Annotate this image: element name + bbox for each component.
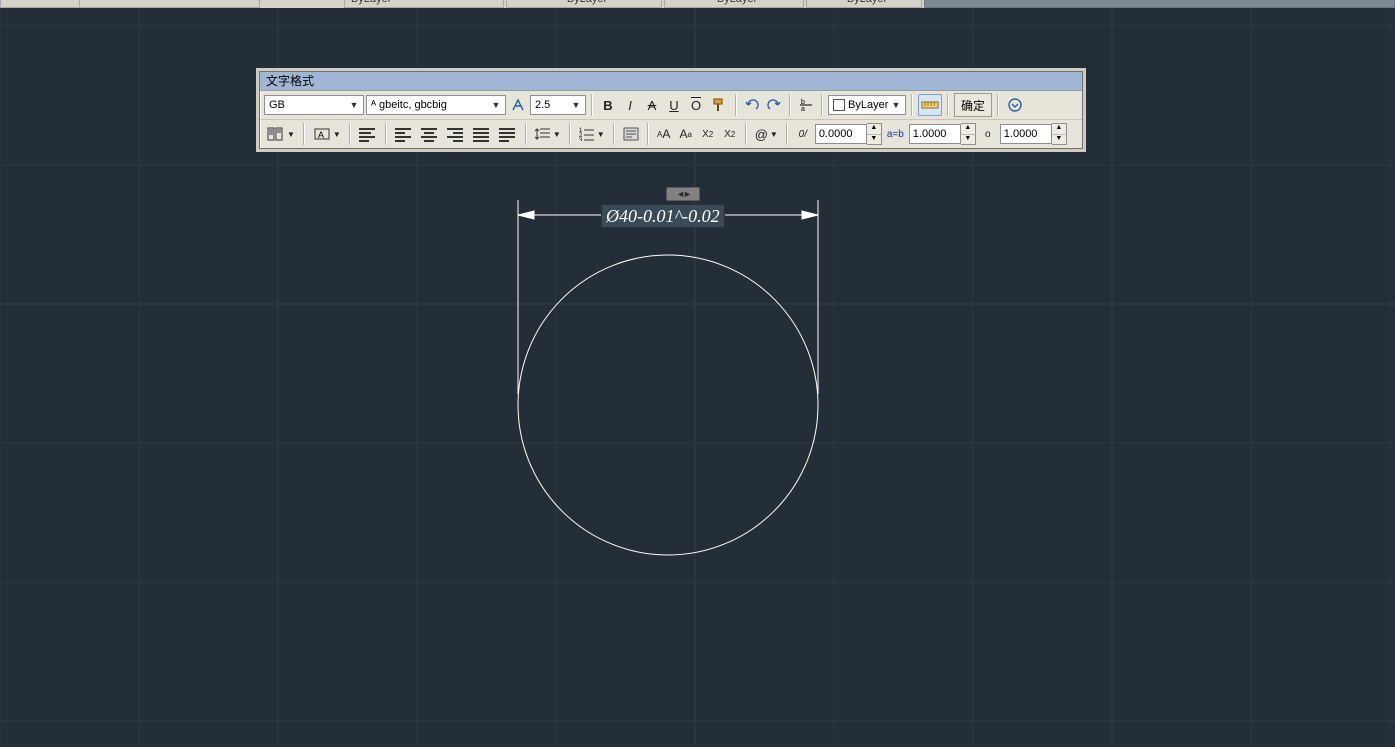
toolbar-row-2: ▼ A ▼ ▼ 123 ▼ AA — [260, 119, 1082, 148]
text-format-toolbar: 文字格式 GB▼ ᴬ gbeitc, gbcbig▼ 2.5▼ B I A U … — [259, 71, 1083, 149]
svg-text:A: A — [318, 130, 324, 140]
align-center-button[interactable] — [418, 123, 442, 145]
circle-entity[interactable] — [518, 255, 818, 555]
uppercase-button[interactable]: AA — [654, 123, 674, 145]
dimension-text-editor[interactable]: Ø40-0.01^-0.02 — [601, 204, 725, 228]
svg-text:3: 3 — [579, 138, 583, 141]
chevron-down-icon: ▼ — [347, 100, 361, 110]
options-button[interactable] — [1004, 94, 1026, 116]
chevron-down-icon: ▼ — [597, 130, 605, 139]
subscript-button[interactable]: X2 — [720, 123, 740, 145]
overline-button[interactable]: O — [686, 94, 706, 116]
superscript-button[interactable]: X2 — [698, 123, 718, 145]
text-style-combo[interactable]: GB▼ — [264, 95, 364, 115]
tracking-spinner[interactable]: ▲▼ — [909, 123, 976, 145]
font-icon: ᴬ — [371, 99, 376, 111]
align-right-button[interactable] — [444, 123, 468, 145]
lweight-combo[interactable]: ByLayer — [841, 0, 887, 5]
svg-text:a: a — [801, 106, 805, 112]
chevron-down-icon: ▼ — [889, 100, 903, 110]
insert-field-button[interactable] — [620, 123, 642, 145]
line-spacing-button[interactable]: ▼ — [532, 123, 564, 145]
stack-fraction-button[interactable]: ba — [796, 94, 816, 116]
chevron-down-icon: ▼ — [333, 130, 341, 139]
chevron-down-icon: ▼ — [287, 130, 295, 139]
ruler-arrows-icon: ◄► — [676, 189, 690, 199]
color-swatch-icon — [833, 99, 845, 111]
chevron-down-icon: ▼ — [569, 100, 583, 110]
underline-button[interactable]: U — [664, 94, 684, 116]
text-color-combo[interactable]: ByLayer▼ — [828, 95, 906, 115]
ruler-toggle-button[interactable] — [918, 94, 942, 116]
font-combo[interactable]: ᴬ gbeitc, gbcbig▼ — [366, 95, 506, 115]
align-distribute-button[interactable] — [496, 123, 520, 145]
width-factor-spinner[interactable]: ▲▼ — [1000, 123, 1067, 145]
numbering-button[interactable]: 123 ▼ — [576, 123, 608, 145]
undo-button[interactable] — [742, 94, 762, 116]
chevron-down-icon: ▼ — [553, 130, 561, 139]
strike-button[interactable]: A — [642, 94, 662, 116]
tracking-label: a=b — [884, 123, 907, 145]
annotative-icon[interactable] — [508, 94, 528, 116]
oblique-input[interactable] — [815, 124, 867, 144]
italic-button[interactable]: I — [620, 94, 640, 116]
spinner-arrows[interactable]: ▲▼ — [1052, 123, 1067, 145]
width-factor-label: o — [978, 123, 998, 145]
diameter-dimension[interactable] — [518, 200, 818, 394]
oblique-angle-spinner[interactable]: ▲▼ — [815, 123, 882, 145]
toolbar-row-1: GB▼ ᴬ gbeitc, gbcbig▼ 2.5▼ B I A U O ba — [260, 91, 1082, 119]
chevron-down-icon: ▼ — [770, 130, 778, 139]
mtext-justify-button[interactable]: A ▼ — [310, 123, 344, 145]
color-combo[interactable]: ByLayer — [561, 0, 607, 5]
width-input[interactable] — [1000, 124, 1052, 144]
align-justify-button[interactable] — [470, 123, 494, 145]
oblique-angle-label: 0/ — [793, 123, 813, 145]
spinner-arrows[interactable]: ▲▼ — [867, 123, 882, 145]
text-height-combo[interactable]: 2.5▼ — [530, 95, 586, 115]
ok-button[interactable]: 确定 — [954, 93, 992, 117]
columns-button[interactable]: ▼ — [264, 123, 298, 145]
redo-button[interactable] — [764, 94, 784, 116]
mtext-ruler-tab[interactable]: ◄► — [666, 187, 700, 201]
tracking-input[interactable] — [909, 124, 961, 144]
layer-combo[interactable]: ByLayer — [345, 0, 391, 5]
align-left-button[interactable] — [392, 123, 416, 145]
linetype-combo[interactable]: ByLayer — [711, 0, 757, 5]
toolbar-title: 文字格式 — [260, 72, 1082, 91]
spinner-arrows[interactable]: ▲▼ — [961, 123, 976, 145]
paragraph-button[interactable] — [356, 123, 380, 145]
symbol-button[interactable]: @▼ — [752, 123, 781, 145]
chevron-down-icon: ▼ — [489, 100, 503, 110]
lowercase-button[interactable]: Aa — [676, 123, 696, 145]
paint-format-icon[interactable] — [708, 94, 730, 116]
bold-button[interactable]: B — [598, 94, 618, 116]
